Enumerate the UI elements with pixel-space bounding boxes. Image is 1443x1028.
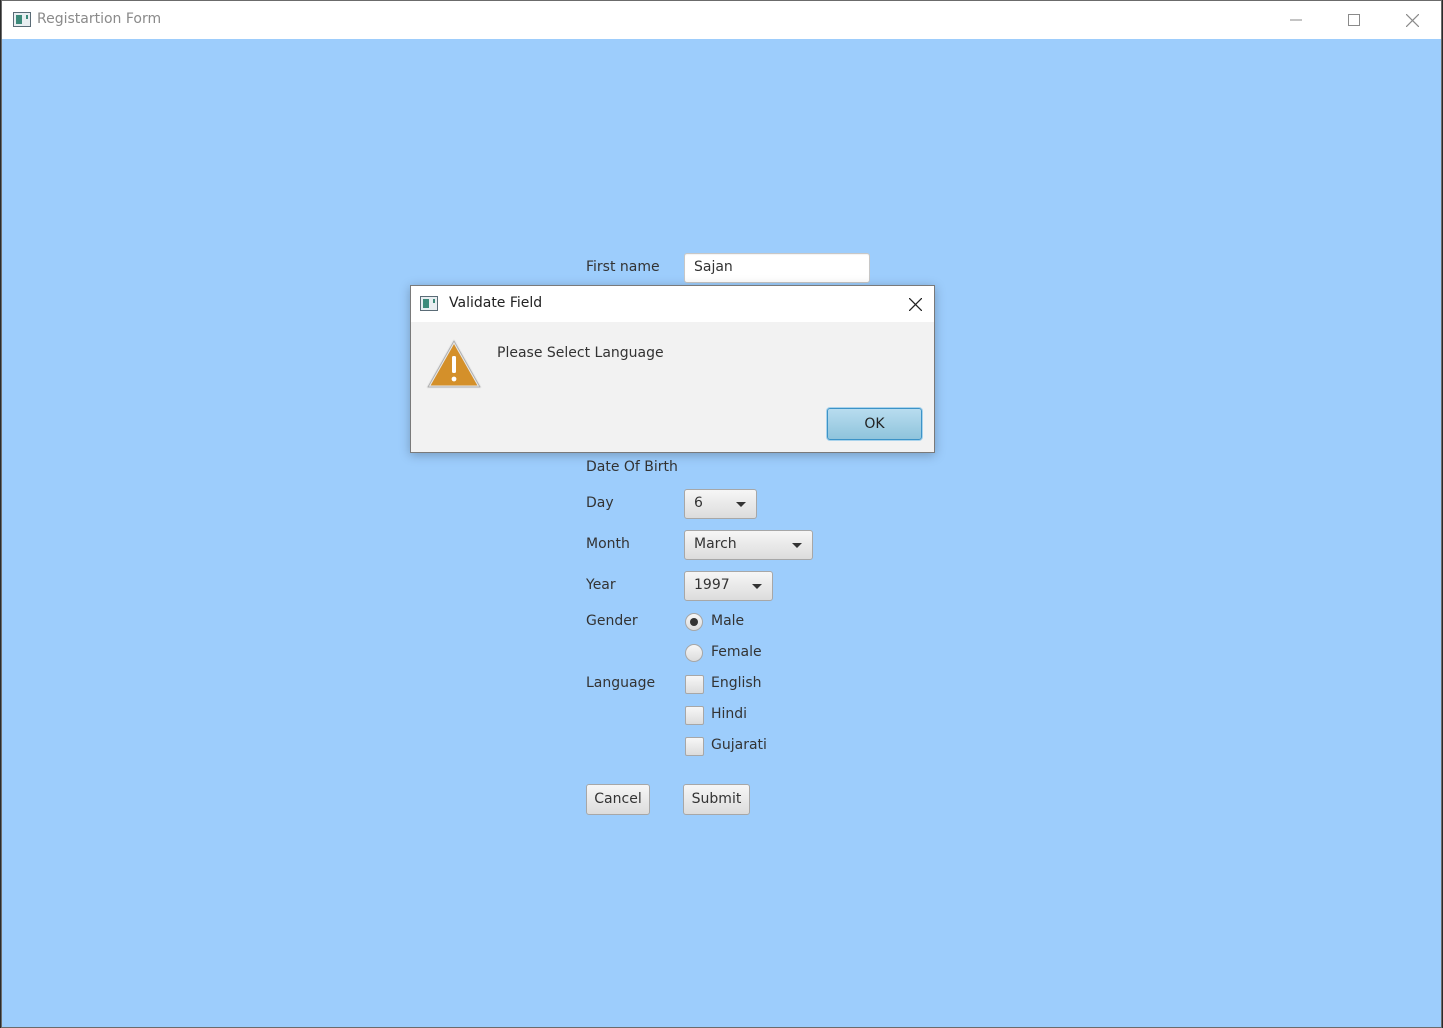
minimize-button[interactable]	[1267, 1, 1325, 39]
language-checkbox-gujarati[interactable]	[685, 737, 704, 756]
gender-radio-male[interactable]	[685, 613, 703, 631]
gender-option-male[interactable]: Male	[711, 613, 744, 629]
month-label: Month	[586, 536, 630, 552]
close-icon	[1405, 13, 1419, 27]
year-label: Year	[586, 577, 616, 593]
language-option-english[interactable]: English	[711, 675, 762, 691]
month-select[interactable]: March	[684, 530, 813, 560]
chevron-down-icon	[736, 502, 746, 507]
dialog-message: Please Select Language	[497, 345, 664, 361]
dialog-close-button[interactable]	[904, 293, 926, 315]
first-name-label: First name	[586, 259, 660, 275]
ok-button[interactable]: OK	[827, 408, 922, 440]
gender-option-female[interactable]: Female	[711, 644, 762, 660]
app-icon	[420, 296, 438, 311]
validate-dialog: Validate Field Please Select Language OK	[410, 285, 935, 453]
dob-label: Date Of Birth	[586, 459, 678, 475]
maximize-button[interactable]	[1325, 1, 1383, 39]
warning-icon	[426, 338, 482, 394]
registration-window: Registartion Form First name Sajan Date …	[1, 0, 1442, 1028]
gender-radio-female[interactable]	[685, 644, 703, 662]
month-select-value: March	[694, 536, 737, 552]
chevron-down-icon	[792, 543, 802, 548]
gender-label: Gender	[586, 613, 638, 629]
year-select-value: 1997	[694, 577, 730, 593]
window-title: Registartion Form	[37, 11, 162, 27]
chevron-down-icon	[752, 584, 762, 589]
app-icon	[13, 12, 31, 27]
minimize-icon	[1290, 19, 1302, 21]
maximize-icon	[1348, 14, 1360, 26]
language-label: Language	[586, 675, 656, 691]
dialog-titlebar[interactable]: Validate Field	[411, 286, 934, 322]
day-select-value: 6	[694, 495, 703, 511]
window-titlebar[interactable]: Registartion Form	[2, 1, 1441, 39]
cancel-button[interactable]: Cancel	[586, 784, 650, 815]
submit-button[interactable]: Submit	[683, 784, 750, 815]
close-window-button[interactable]	[1383, 1, 1441, 39]
language-option-hindi[interactable]: Hindi	[711, 706, 747, 722]
language-checkbox-hindi[interactable]	[685, 706, 704, 725]
dialog-title: Validate Field	[449, 295, 543, 311]
day-select[interactable]: 6	[684, 489, 757, 519]
year-select[interactable]: 1997	[684, 571, 773, 601]
language-option-gujarati[interactable]: Gujarati	[711, 737, 767, 753]
close-icon	[908, 297, 922, 311]
day-label: Day	[586, 495, 614, 511]
language-checkbox-english[interactable]	[685, 675, 704, 694]
first-name-input[interactable]: Sajan	[684, 253, 870, 283]
